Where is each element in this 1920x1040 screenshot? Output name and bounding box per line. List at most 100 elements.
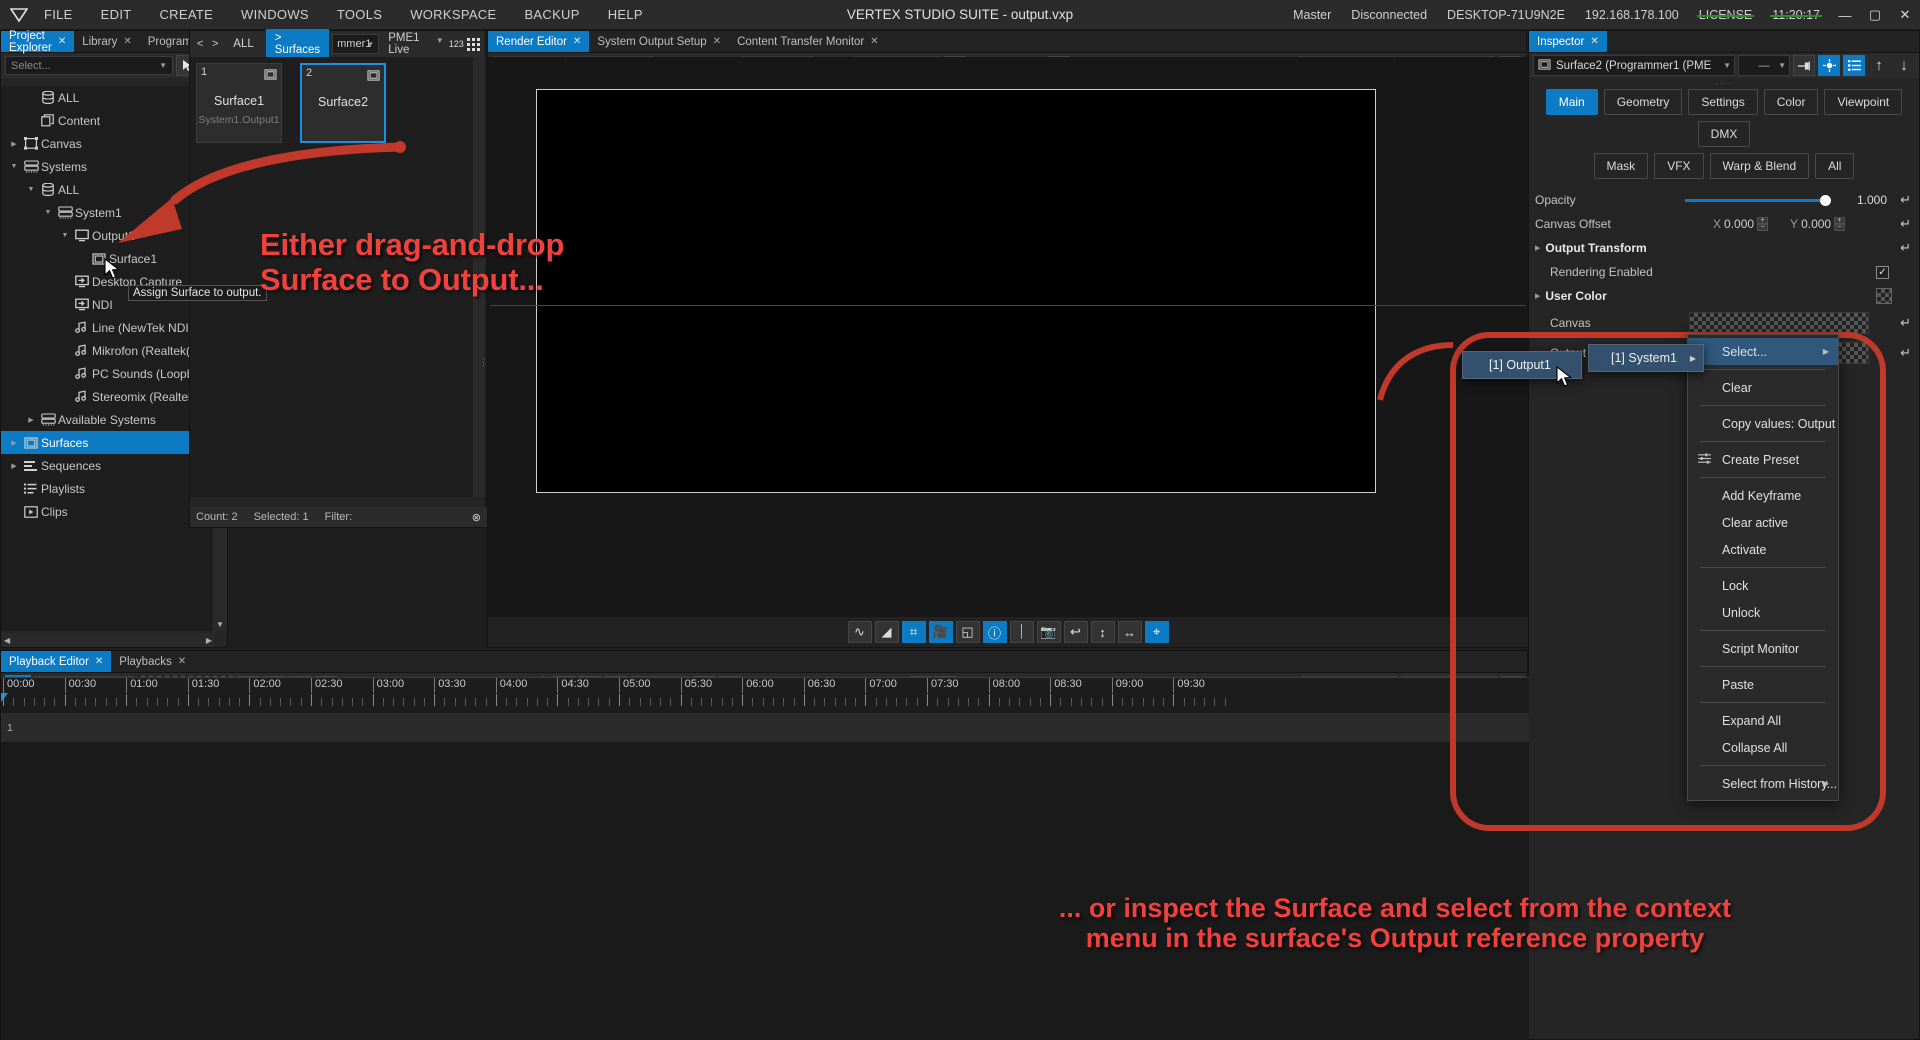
menu-workspace[interactable]: WORKSPACE — [396, 0, 510, 30]
magnet-icon[interactable]: ⏐ — [1009, 621, 1034, 643]
revert-icon[interactable]: ↵ — [1900, 240, 1911, 256]
tab-playback-editor[interactable]: Playback Editor ✕ — [1, 651, 112, 672]
tree-item-available-systems[interactable]: ▶ Available Systems — [1, 408, 215, 431]
tab-content-transfer-monitor[interactable]: Content Transfer Monitor ✕ — [729, 31, 887, 52]
context-menu-item-copy-values-output[interactable]: Copy values: Output — [1688, 410, 1838, 437]
context-submenu-systems[interactable]: [1] System1 ▶ — [1588, 344, 1704, 372]
revert-icon[interactable]: ↵ — [1900, 315, 1911, 331]
rendering-enabled-checkbox[interactable]: ✓ — [1876, 265, 1889, 279]
inspector-tab-main[interactable]: Main — [1545, 89, 1598, 115]
collapse-arrow-icon[interactable]: ▼ — [41, 209, 55, 216]
surface-card[interactable]: 2 Surface2 — [300, 63, 386, 143]
revert-icon[interactable]: ↵ — [1900, 345, 1911, 361]
menu-create[interactable]: CREATE — [145, 0, 227, 30]
tree-item-canvas[interactable]: ▶ Canvas — [1, 132, 215, 155]
nav-down-icon[interactable]: ↓ — [1893, 55, 1915, 76]
scroll-down-arrow-icon[interactable]: ▼ — [213, 617, 227, 631]
inspector-pin-icon[interactable] — [1793, 55, 1815, 76]
inspector-tab-color[interactable]: Color — [1763, 89, 1819, 115]
project-explorer-search-input[interactable]: Select... ▼ — [5, 56, 173, 75]
breadcrumb-all[interactable]: ALL — [224, 35, 262, 53]
tab-system-output-setup[interactable]: System Output Setup ✕ — [589, 31, 729, 52]
timeline-track-row[interactable]: 1 — [1, 713, 1529, 743]
panel-resize-grip[interactable]: ⋮⋮ — [479, 358, 497, 367]
tree-horizontal-scrollbar[interactable]: ◀ ▶ — [1, 633, 215, 647]
inspector-minus-combo[interactable]: — ▼ — [1738, 55, 1790, 76]
timeline-track-area[interactable]: 1 — [1, 713, 1529, 1040]
tab-project-explorer[interactable]: Project Explorer ✕ — [1, 30, 75, 54]
opacity-slider[interactable] — [1685, 193, 1831, 207]
close-icon[interactable]: ✕ — [95, 656, 103, 667]
tab-library[interactable]: Library ✕ — [74, 31, 140, 52]
center-icon[interactable]: ⌖ — [1144, 621, 1169, 643]
tree-item-surfaces[interactable]: ▶ Surfaces — [1, 431, 215, 454]
clear-filter-icon[interactable]: ⊗ — [472, 511, 481, 524]
numeric-view-button[interactable]: 123 — [449, 34, 464, 54]
close-icon[interactable]: ✕ — [123, 36, 131, 47]
revert-icon[interactable]: ↵ — [1900, 216, 1911, 232]
inspector-selection-combo[interactable]: Surface2 (Programmer1 (PME ▼ — [1533, 55, 1735, 76]
panel-drag-dots[interactable]: .... — [1529, 78, 1919, 86]
context-menu-item-add-keyframe[interactable]: Add Keyframe — [1688, 482, 1838, 509]
close-icon[interactable]: ✕ — [573, 36, 581, 47]
context-menu-item-unlock[interactable]: Unlock — [1688, 599, 1838, 626]
output-property-context-menu[interactable]: Select... ▶ Clear Copy values: Output Create… — [1687, 334, 1839, 801]
expand-arrow-icon[interactable]: ▶ — [7, 439, 21, 447]
offset-x-field[interactable]: X 0.000 + − — [1713, 217, 1769, 231]
context-menu-item-select[interactable]: Select... ▶ — [1688, 338, 1838, 365]
user-color-swatch[interactable] — [1876, 288, 1892, 304]
offset-y-field[interactable]: Y 0.000 + − — [1790, 217, 1846, 231]
maximize-button[interactable]: ▢ — [1860, 0, 1890, 30]
fit-height-icon[interactable]: ↕ — [1090, 621, 1115, 643]
timeline-ruler[interactable]: 00:00 00:30 01:00 01:30 02:00 02:30 03:00 03:30… — [1, 677, 1529, 713]
nav-up-icon[interactable]: ↑ — [1868, 55, 1890, 76]
context-menu-item-collapse-all[interactable]: Collapse All — [1688, 734, 1838, 761]
tree-item-systems[interactable]: ▼ Systems — [1, 155, 215, 178]
close-icon[interactable]: ✕ — [178, 656, 186, 667]
render-canvas[interactable] — [488, 57, 1528, 623]
grid-view-button[interactable] — [467, 34, 481, 54]
menu-help[interactable]: HELP — [594, 0, 657, 30]
tree-item-line-newtek-ndi-a[interactable]: Line (NewTek NDI A — [1, 316, 215, 339]
minimize-button[interactable]: — — [1830, 0, 1860, 30]
expand-arrow-icon[interactable]: ▶ — [1535, 244, 1540, 252]
context-menu-item-clear-active[interactable]: Clear active — [1688, 509, 1838, 536]
tree-item-playlists[interactable]: Playlists — [1, 477, 215, 500]
canvas-ref-swatch[interactable] — [1689, 312, 1869, 334]
menu-file[interactable]: FILE — [30, 0, 87, 30]
tree-item-mikrofon-realtek-r[interactable]: Mikrofon (Realtek(R — [1, 339, 215, 362]
context-menu-item-paste[interactable]: Paste — [1688, 671, 1838, 698]
inspector-tab-dmx[interactable]: DMX — [1697, 121, 1751, 147]
canvas-frame[interactable] — [536, 89, 1376, 493]
tree-item-system1[interactable]: ▼ System1 — [1, 201, 215, 224]
tree-item-all[interactable]: ALL — [1, 86, 215, 109]
inspector-tab-warp-blend[interactable]: Warp & Blend — [1709, 153, 1810, 179]
project-tree[interactable]: ALL Content ▶ Canvas ▼ Systems ▼ ALL ▼ System1 ▼ Ou… — [1, 86, 215, 631]
surfaces-programmer-combo[interactable]: mmer1 ▼ — [332, 34, 380, 54]
close-button[interactable]: ✕ — [1890, 0, 1920, 30]
gradient-icon[interactable]: ◢ — [874, 621, 899, 643]
property-output-transform[interactable]: ▶ Output Transform ↵ — [1529, 236, 1919, 260]
inspector-tab-mask[interactable]: Mask — [1593, 153, 1649, 179]
slider-knob[interactable] — [1820, 195, 1831, 206]
property-user-color[interactable]: ▶ User Color — [1529, 284, 1919, 308]
tree-item-sequences[interactable]: ▶ Sequences — [1, 454, 215, 477]
submenu-item-system1[interactable]: [1] System1 ▶ — [1589, 345, 1703, 371]
collapse-arrow-icon[interactable]: ▼ — [58, 232, 72, 239]
nav-back-icon[interactable]: < — [194, 34, 206, 54]
fit-width-icon[interactable]: ↔ — [1117, 621, 1142, 643]
inspector-tab-viewpoint[interactable]: Viewpoint — [1824, 89, 1903, 115]
inspector-target-icon[interactable] — [1818, 55, 1840, 76]
info-icon[interactable]: ⓘ — [982, 621, 1007, 643]
tree-item-stereomix-realtek[interactable]: Stereomix (Realtek( — [1, 385, 215, 408]
tree-item-clips[interactable]: Clips — [1, 500, 215, 523]
context-menu-item-lock[interactable]: Lock — [1688, 572, 1838, 599]
scroll-left-arrow-icon[interactable]: ◀ — [1, 636, 13, 645]
expand-arrow-icon[interactable]: ▶ — [1535, 292, 1540, 300]
submenu-item-output1[interactable]: [1] Output1 — [1463, 352, 1581, 378]
menu-tools[interactable]: TOOLS — [323, 0, 396, 30]
tab-playbacks[interactable]: Playbacks ✕ — [111, 651, 194, 672]
snapshot-icon[interactable]: 📷 — [1036, 621, 1061, 643]
context-menu-item-create-preset[interactable]: Create Preset — [1688, 446, 1838, 473]
context-menu-item-activate[interactable]: Activate — [1688, 536, 1838, 563]
